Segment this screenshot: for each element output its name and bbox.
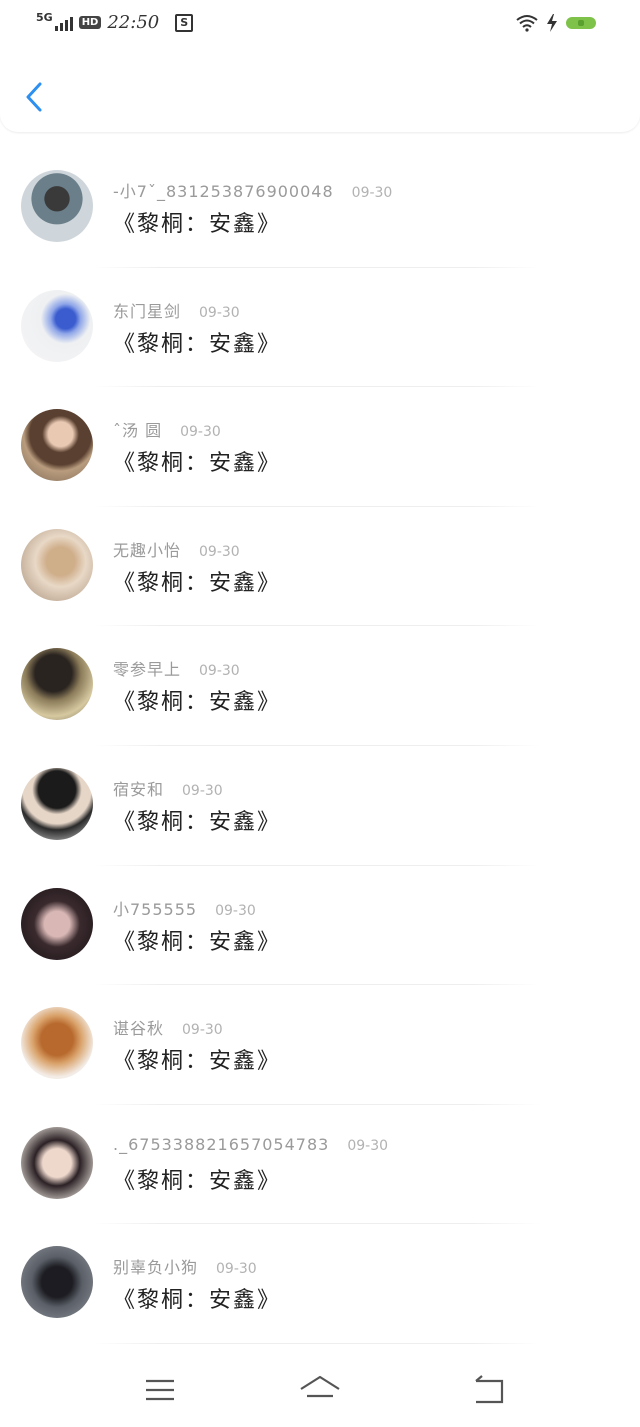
message: 《黎桐：安鑫》: [113, 331, 282, 357]
user-name: 谌谷秋: [113, 1019, 165, 1039]
avatar[interactable]: [21, 1246, 93, 1319]
user-name: 小755555: [113, 899, 198, 919]
list-item[interactable]: 小755555 09-30 《黎桐：安鑫》: [0, 866, 640, 986]
avatar[interactable]: [21, 528, 93, 601]
home-icon: [300, 1375, 340, 1398]
date: 09-30: [347, 1137, 389, 1154]
status-bar: 5G HD 22:50 S: [0, 0, 640, 48]
list-item[interactable]: -小7ˇ_831253876900048 09-30 《黎桐：安鑫》: [0, 148, 640, 268]
user-name: ˆ汤 圆: [113, 421, 163, 441]
user-name: 零参早上: [113, 660, 182, 680]
avatar[interactable]: [21, 289, 93, 362]
user-name: 无趣小怡: [113, 540, 182, 560]
message: 《黎桐：安鑫》: [113, 690, 282, 716]
system-nav-bar: [0, 1350, 640, 1427]
avatar[interactable]: [21, 1126, 93, 1199]
back-button[interactable]: [20, 78, 50, 116]
date: 09-30: [199, 663, 240, 680]
date: 09-30: [182, 782, 223, 799]
back-icon: [475, 1375, 504, 1404]
user-list: -小7ˇ_831253876900048 09-30 《黎桐：安鑫》 东门星剑 09…: [0, 148, 640, 1344]
date: 09-30: [199, 543, 240, 560]
avatar[interactable]: [21, 1007, 93, 1080]
charging-icon: [547, 14, 557, 32]
message: 《黎桐：安鑫》: [113, 1049, 282, 1075]
menu-icon: [146, 1379, 174, 1401]
message: 《黎桐：安鑫》: [113, 1288, 282, 1314]
message: 《黎桐：安鑫》: [113, 212, 282, 237]
hd-badge: HD: [78, 16, 102, 29]
list-item[interactable]: ˆ汤 圆 09-30 《黎桐：安鑫》: [0, 387, 640, 507]
message: 《黎桐：安鑫》: [113, 929, 282, 955]
list-item[interactable]: 宿安和 09-30 《黎桐：安鑫》: [0, 746, 640, 866]
avatar[interactable]: [21, 409, 93, 482]
home-button[interactable]: [298, 1372, 342, 1408]
user-name: ._6753388216570547​83: [113, 1134, 330, 1154]
list-item[interactable]: 东门星剑 09-30 《黎桐：安鑫》: [0, 268, 640, 388]
app-notification-icon: S: [175, 13, 194, 32]
chevron-left-icon: [26, 82, 42, 112]
message: 《黎桐：安鑫》: [113, 570, 282, 596]
network-type: 5G: [36, 11, 53, 24]
divider: [93, 1342, 540, 1344]
avatar[interactable]: [21, 648, 93, 721]
user-name: -小7ˇ_831253876900048: [113, 182, 334, 201]
date: 09-30: [180, 424, 221, 441]
date: 09-30: [182, 1022, 223, 1039]
list-item[interactable]: 别辜负小狗 09-30 《黎桐：安鑫》: [0, 1224, 640, 1344]
message: 《黎桐：安鑫》: [113, 1168, 282, 1194]
date: 09-30: [351, 185, 393, 201]
user-name: 别辜负小狗: [113, 1258, 199, 1278]
avatar[interactable]: [21, 887, 93, 960]
battery-icon: [566, 17, 596, 29]
list-item[interactable]: 无趣小怡 09-30 《黎桐：安鑫》: [0, 507, 640, 627]
avatar[interactable]: [21, 767, 93, 840]
clock: 22:50: [107, 12, 160, 33]
list-item[interactable]: 谌谷秋 09-30 《黎桐：安鑫》: [0, 985, 640, 1105]
signal-icon: [54, 15, 73, 31]
user-name: 宿安和: [113, 779, 165, 799]
message: 《黎桐：安鑫》: [113, 809, 282, 835]
user-name: 东门星剑: [113, 301, 182, 321]
avatar[interactable]: [21, 170, 93, 242]
wifi-icon: [516, 15, 538, 32]
list-item[interactable]: ._6753388216570547​83 09-30 《黎桐：安鑫》: [0, 1105, 640, 1225]
message: 《黎桐：安鑫》: [113, 451, 282, 477]
menu-button[interactable]: [138, 1372, 182, 1408]
date: 09-30: [215, 902, 256, 919]
back-nav-button[interactable]: [466, 1372, 510, 1408]
date: 09-30: [199, 304, 240, 321]
list-item[interactable]: 零参早上 09-30 《黎桐：安鑫》: [0, 626, 640, 746]
date: 09-30: [216, 1261, 257, 1278]
